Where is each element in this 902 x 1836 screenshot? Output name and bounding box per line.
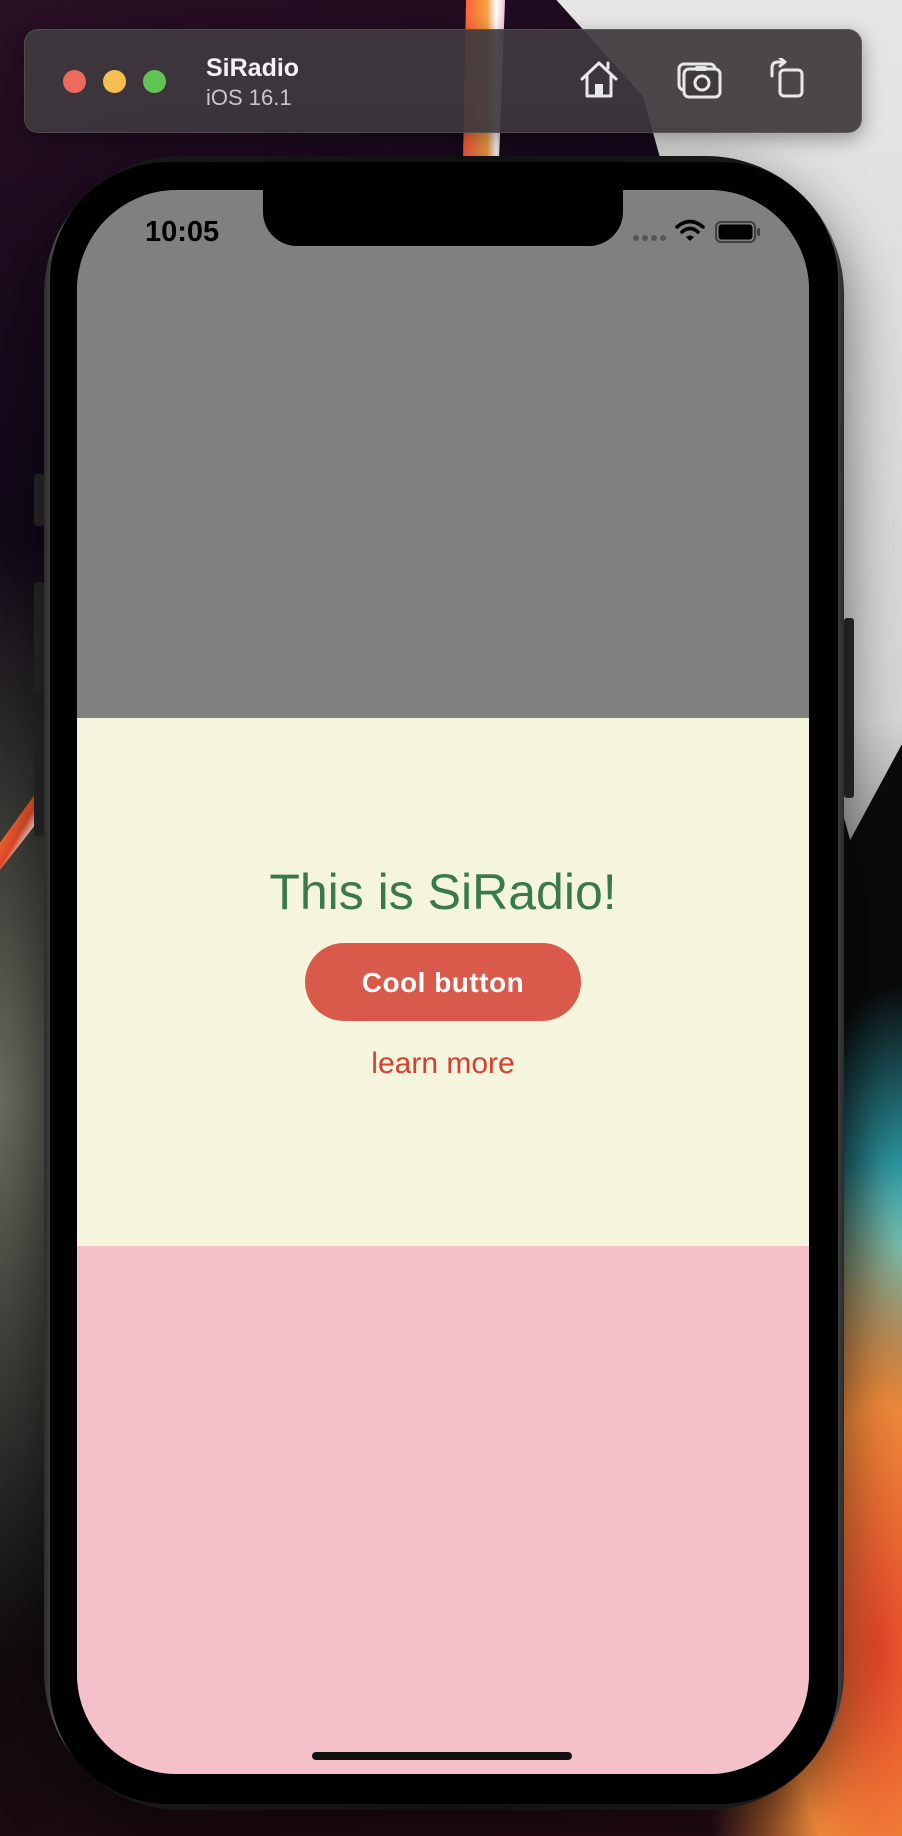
home-icon[interactable] <box>578 58 620 100</box>
device-notch <box>263 190 623 246</box>
ringer-switch <box>34 474 44 526</box>
simulator-os-version: iOS 16.1 <box>206 85 292 110</box>
home-indicator[interactable] <box>312 1752 572 1760</box>
device-screen: 10:05 This is SiRadio! Cool button learn… <box>77 190 809 1774</box>
volume-down-button <box>34 726 44 836</box>
battery-icon <box>715 221 760 243</box>
status-time: 10:05 <box>145 216 220 248</box>
app-title: This is SiRadio! <box>269 864 617 920</box>
cellular-icon <box>633 235 666 241</box>
maximize-window-button[interactable] <box>143 70 166 93</box>
screenshot-icon[interactable] <box>676 58 722 100</box>
close-window-button[interactable] <box>63 70 86 93</box>
wifi-icon <box>675 219 705 241</box>
side-power-button <box>844 618 854 798</box>
rotate-icon[interactable] <box>768 58 808 100</box>
simulator-app-name: SiRadio <box>206 54 300 82</box>
learn-more-link[interactable]: learn more <box>77 1047 809 1081</box>
bottom-pink-section <box>77 1246 809 1774</box>
volume-up-button <box>34 582 44 692</box>
top-gray-section <box>77 190 809 718</box>
minimize-window-button[interactable] <box>103 70 126 93</box>
cool-button[interactable]: Cool button <box>305 943 581 1021</box>
